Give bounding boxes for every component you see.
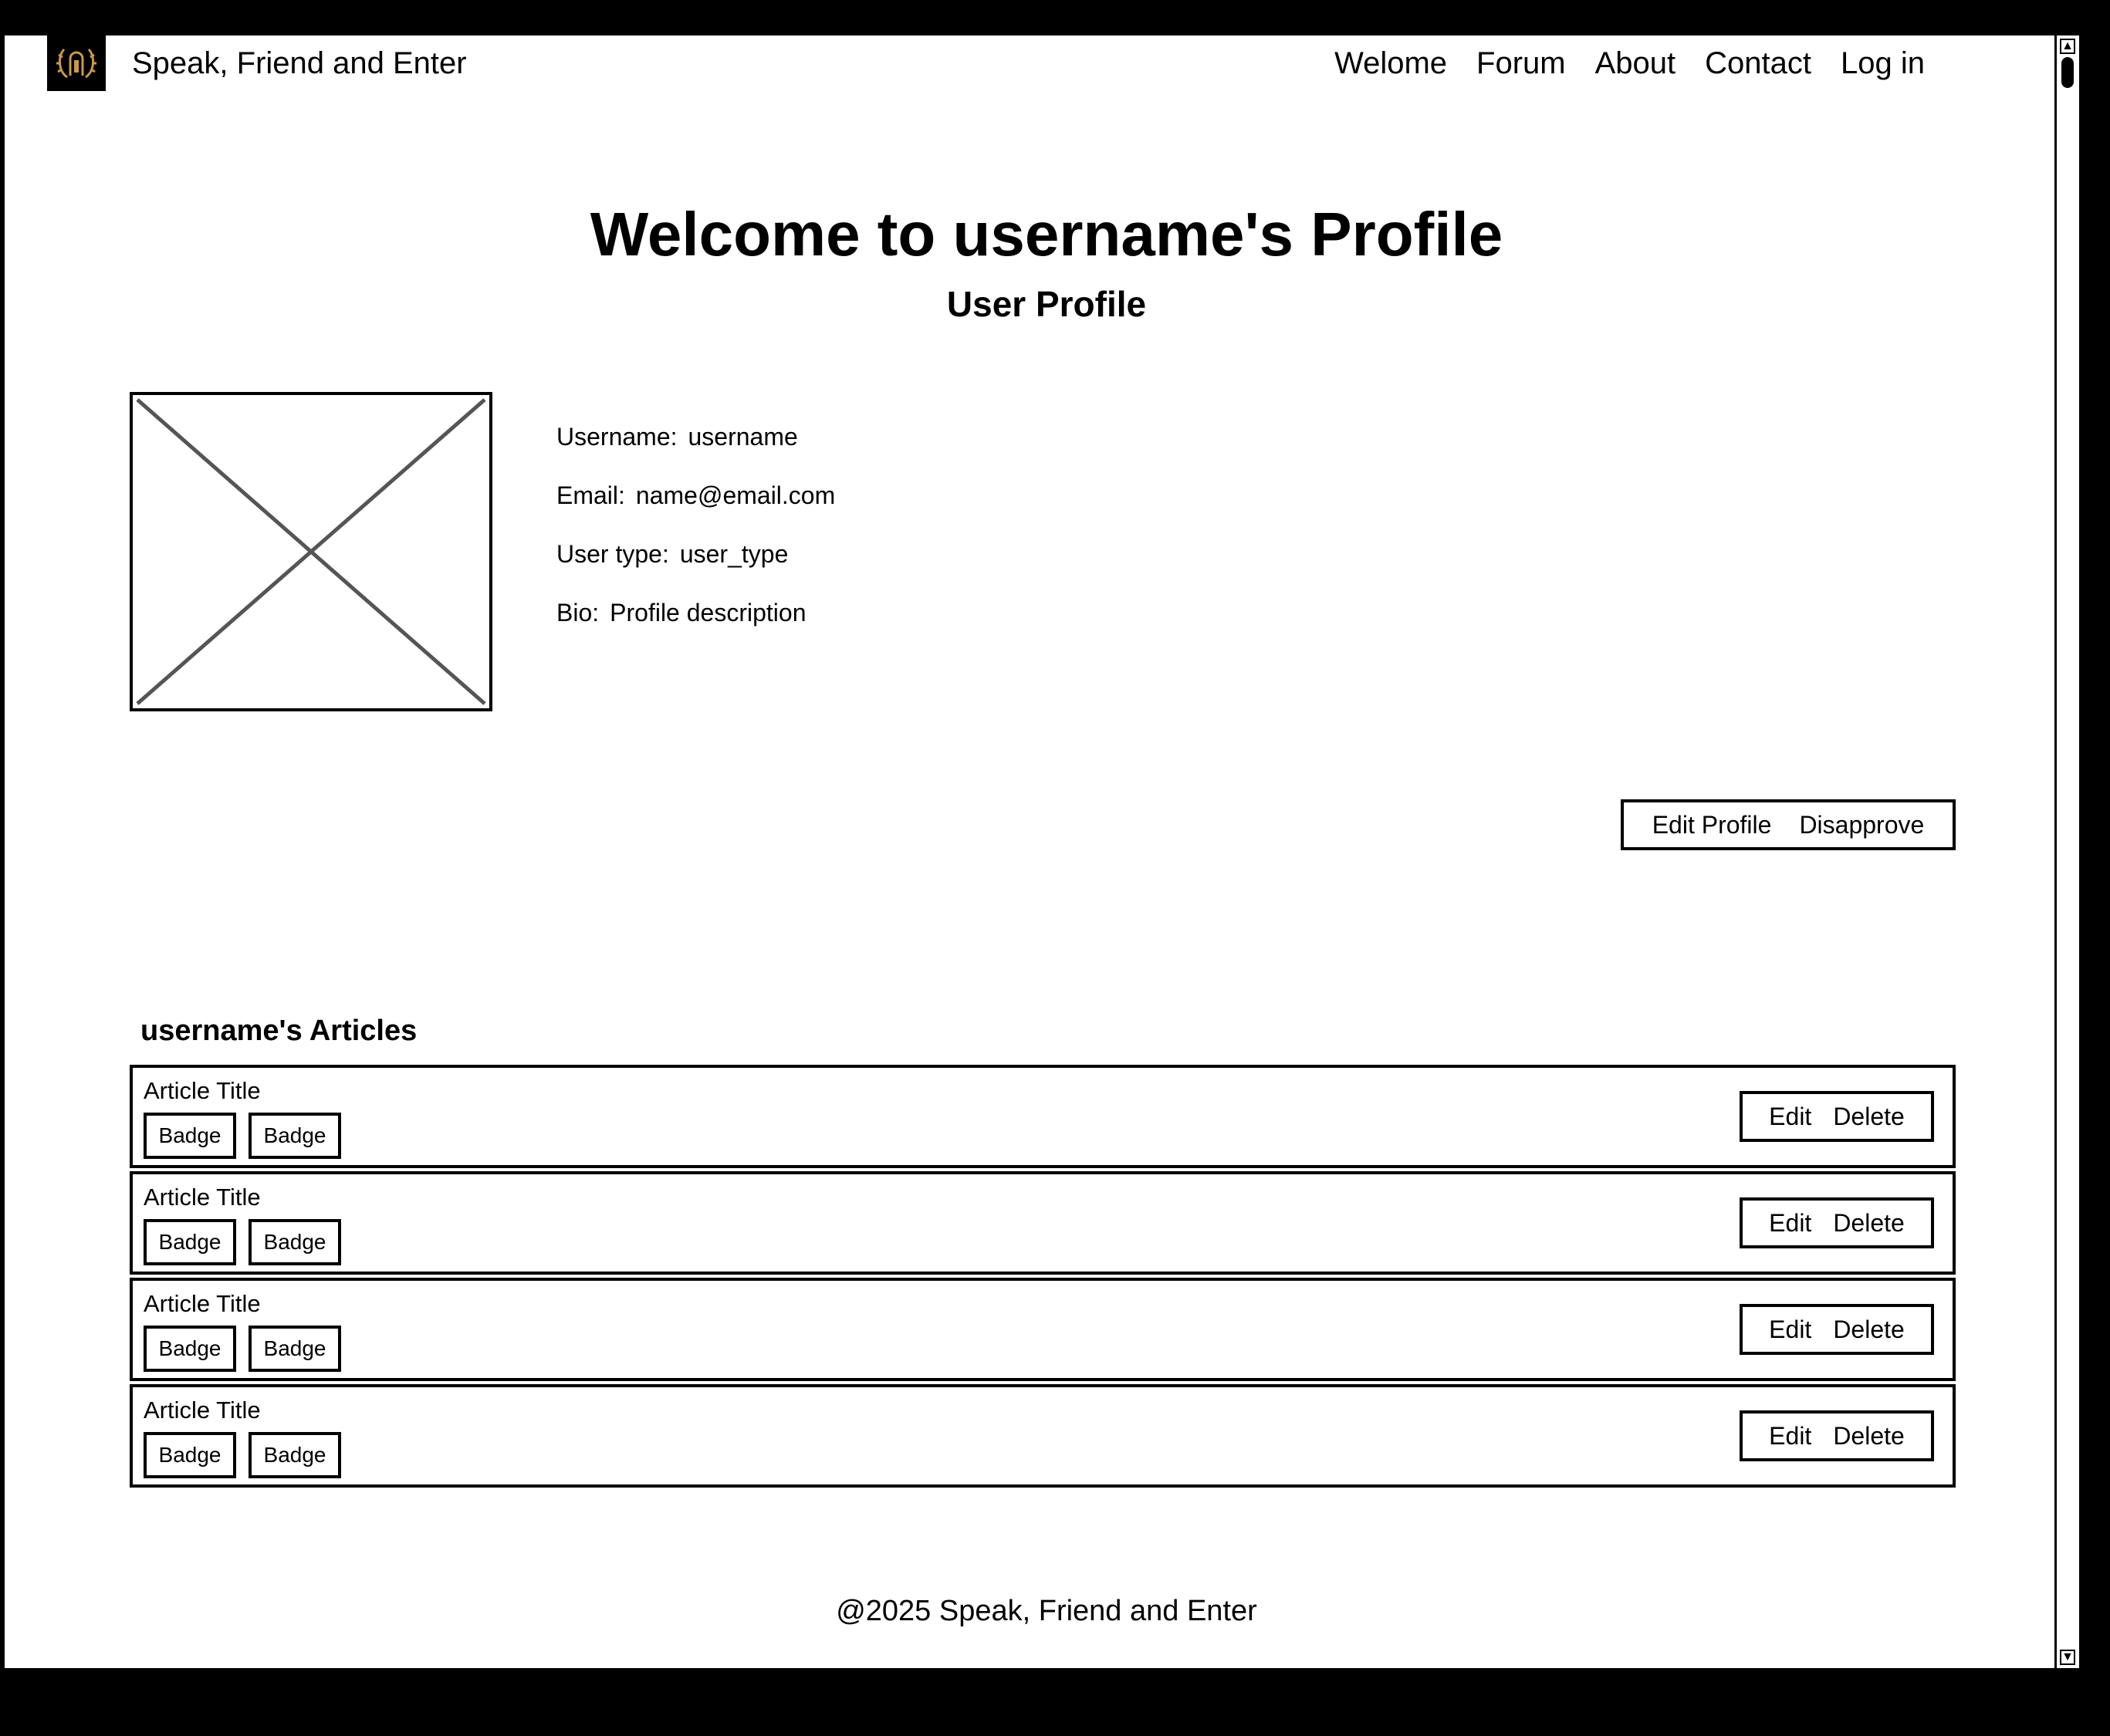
article-badge[interactable]: Badge <box>249 1326 341 1372</box>
article-edit-button[interactable]: Edit <box>1769 1209 1811 1238</box>
scroll-up-arrow-icon[interactable]: ▲ <box>2060 39 2075 54</box>
article-badge[interactable]: Badge <box>144 1113 236 1159</box>
page-footer: @2025 Speak, Friend and Enter <box>836 1595 1257 1627</box>
article-title[interactable]: Article Title <box>144 1393 261 1427</box>
article-delete-button[interactable]: Delete <box>1833 1103 1905 1131</box>
nav-link-forum[interactable]: Forum <box>1476 40 1566 86</box>
profile-field-label: Username: <box>556 423 678 451</box>
page-title: Welcome to username's Profile <box>590 200 1503 269</box>
article-item[interactable]: Article Title Badge Badge Edit Delete <box>130 1171 1956 1275</box>
nav-link-login[interactable]: Log in <box>1841 40 1925 86</box>
article-item[interactable]: Article Title Badge Badge Edit Delete <box>130 1065 1956 1168</box>
profile-actions-group: Edit Profile Disapprove <box>1621 799 1956 850</box>
article-badges: Badge Badge <box>144 1326 341 1372</box>
article-badge[interactable]: Badge <box>144 1326 236 1372</box>
article-edit-button[interactable]: Edit <box>1769 1103 1811 1131</box>
articles-list: Article Title Badge Badge Edit Delete Ar… <box>130 1065 1956 1491</box>
article-actions-group: Edit Delete <box>1740 1304 1934 1355</box>
profile-field-value: user_type <box>679 540 789 568</box>
article-badge[interactable]: Badge <box>144 1219 236 1265</box>
article-actions-group: Edit Delete <box>1740 1410 1934 1461</box>
article-badge[interactable]: Badge <box>249 1432 341 1478</box>
browser-window: Speak, Friend and Enter Welome Forum Abo… <box>2 32 2082 1671</box>
main-nav: Welome Forum About Contact Log in <box>1334 40 1925 86</box>
profile-email-row: Email: name@email.com <box>556 466 835 525</box>
profile-username-row: Username: username <box>556 407 835 466</box>
profile-info: Username: username Email: name@email.com U… <box>556 407 835 642</box>
top-navigation-bar: Speak, Friend and Enter Welome Forum Abo… <box>5 35 2079 125</box>
article-actions-group: Edit Delete <box>1740 1091 1934 1142</box>
site-logo[interactable] <box>47 35 106 91</box>
article-badge[interactable]: Badge <box>249 1113 341 1159</box>
article-edit-button[interactable]: Edit <box>1769 1316 1811 1344</box>
page-subtitle: User Profile <box>946 284 1147 324</box>
article-item[interactable]: Article Title Badge Badge Edit Delete <box>130 1384 1956 1488</box>
article-edit-button[interactable]: Edit <box>1769 1422 1811 1451</box>
article-badges: Badge Badge <box>144 1432 341 1478</box>
profile-bio-row: Bio: Profile description <box>556 583 835 642</box>
article-delete-button[interactable]: Delete <box>1833 1422 1905 1451</box>
site-brand-name[interactable]: Speak, Friend and Enter <box>132 40 467 86</box>
profile-field-value: username <box>688 423 798 451</box>
article-actions-group: Edit Delete <box>1740 1197 1934 1248</box>
profile-user-type-row: User type: user_type <box>556 525 835 583</box>
article-title[interactable]: Article Title <box>144 1074 261 1108</box>
profile-avatar <box>130 392 492 711</box>
article-badge[interactable]: Badge <box>144 1432 236 1478</box>
nav-link-contact[interactable]: Contact <box>1705 40 1811 86</box>
nav-link-welcome[interactable]: Welome <box>1334 40 1447 86</box>
article-badges: Badge Badge <box>144 1219 341 1265</box>
profile-field-value: name@email.com <box>635 481 836 509</box>
scroll-thumb[interactable] <box>2061 57 2074 88</box>
profile-field-label: Email: <box>556 481 625 509</box>
door-wreath-icon <box>56 48 96 79</box>
articles-heading: username's Articles <box>140 1015 418 1047</box>
article-delete-button[interactable]: Delete <box>1833 1316 1905 1344</box>
article-badge[interactable]: Badge <box>249 1219 341 1265</box>
profile-field-label: User type: <box>556 540 669 568</box>
image-placeholder-icon <box>136 398 486 705</box>
profile-field-label: Bio: <box>556 599 600 627</box>
edit-profile-button[interactable]: Edit Profile <box>1652 811 1772 839</box>
article-badges: Badge Badge <box>144 1113 341 1159</box>
nav-link-about[interactable]: About <box>1595 40 1676 86</box>
article-item[interactable]: Article Title Badge Badge Edit Delete <box>130 1278 1956 1381</box>
disapprove-button[interactable]: Disapprove <box>1799 811 1924 839</box>
scroll-down-arrow-icon[interactable]: ▼ <box>2060 1650 2075 1665</box>
article-title[interactable]: Article Title <box>144 1180 261 1214</box>
article-delete-button[interactable]: Delete <box>1833 1209 1905 1238</box>
article-title[interactable]: Article Title <box>144 1287 261 1321</box>
profile-field-value: Profile description <box>610 599 806 627</box>
